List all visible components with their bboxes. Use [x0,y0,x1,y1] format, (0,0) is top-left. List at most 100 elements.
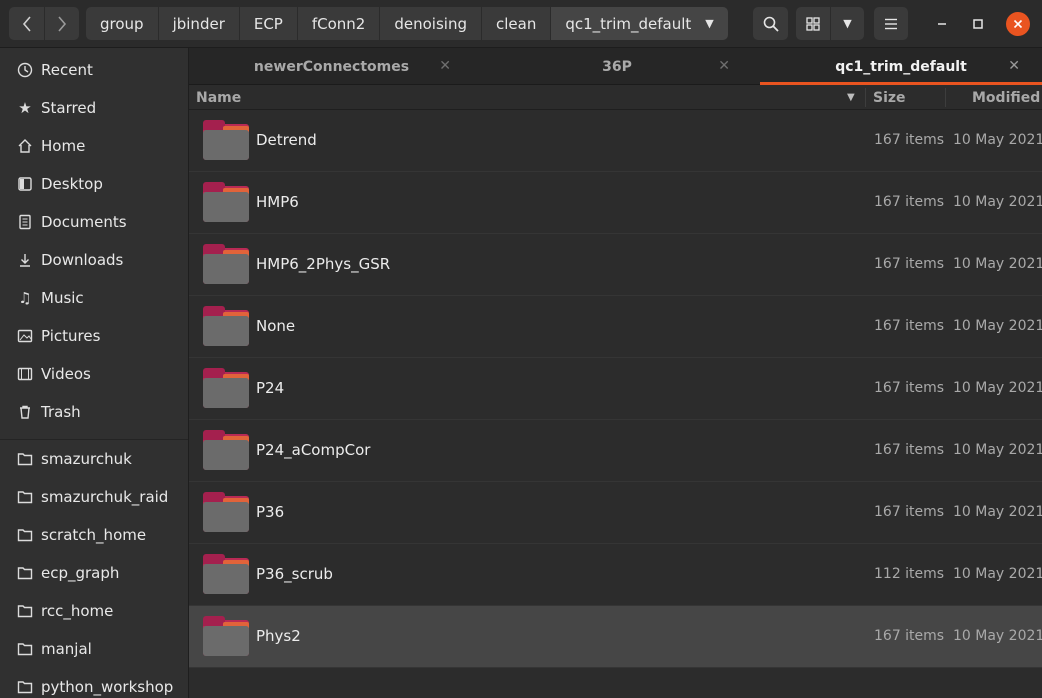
breadcrumb-item[interactable]: group [86,7,158,40]
sidebar-bookmark[interactable]: smazurchuk_raid [0,478,188,516]
folder-icon [16,450,34,468]
sidebar-item-label: Desktop [41,175,103,193]
file-modified: 10 May 2021 [953,504,1042,520]
music-icon: ♫ [18,289,32,307]
folder-icon [16,678,34,696]
sidebar-bookmark[interactable]: smazurchuk [0,440,188,478]
sidebar-item-desktop[interactable]: Desktop [0,165,188,203]
table-row[interactable]: P36 167 items 10 May 2021 [189,482,1042,544]
grid-view-button[interactable] [796,7,830,40]
sidebar-bookmark[interactable]: scratch_home [0,516,188,554]
main-menu-button[interactable] [874,7,908,40]
chevron-right-icon [58,15,67,32]
home-icon [16,137,34,155]
column-modified[interactable]: Modified [972,85,1040,110]
file-size: 167 items [874,318,945,334]
breadcrumb-item[interactable]: fConn2 [296,7,380,40]
file-modified: 10 May 2021 [953,256,1042,272]
sidebar-item-label: Home [41,137,86,155]
sidebar-item-label: python_workshop [41,678,174,696]
close-icon[interactable]: ✕ [1008,58,1020,74]
folder-icon [203,554,251,596]
file-size: 167 items [874,628,945,644]
folder-icon [203,306,251,348]
table-row[interactable]: HMP6 167 items 10 May 2021 [189,172,1042,234]
folder-icon [203,120,251,162]
back-button[interactable] [9,7,44,40]
table-row-selected[interactable]: Phys2 167 items 10 May 2021 [189,606,1042,668]
folder-icon [203,492,251,534]
minimize-button[interactable] [930,12,954,36]
table-row[interactable]: P24_aCompCor 167 items 10 May 2021 [189,420,1042,482]
table-row[interactable]: Detrend 167 items 10 May 2021 [189,110,1042,172]
column-size[interactable]: Size [873,85,943,110]
tab-36p[interactable]: 36P ✕ [474,48,760,85]
file-name: P36 [256,503,285,521]
sidebar-item-starred[interactable]: ★ Starred [0,89,188,127]
tab-bar: newerConnectomes ✕ 36P ✕ qc1_trim_defaul… [189,48,1042,85]
sidebar-item-label: Documents [41,213,127,231]
sidebar-item-label: ecp_graph [41,564,120,582]
sidebar-bookmark[interactable]: ecp_graph [0,554,188,592]
file-name: P24 [256,379,285,397]
file-size: 167 items [874,132,945,148]
column-name-label: Name [196,89,242,106]
trash-icon [16,403,34,421]
close-icon[interactable]: ✕ [439,58,451,74]
folder-icon [16,640,34,658]
file-size: 112 items [874,566,945,582]
sidebar-item-label: Recent [41,61,93,79]
sidebar-item-label: Downloads [41,251,124,269]
column-separator [945,88,946,107]
minimize-icon [938,23,946,25]
view-options-button[interactable]: ▼ [830,7,864,40]
clock-icon [16,61,34,79]
sidebar-bookmark[interactable]: manjal [0,630,188,668]
file-size: 167 items [874,256,945,272]
breadcrumb-item[interactable]: denoising [379,7,481,40]
file-name: P36_scrub [256,565,333,583]
sidebar-bookmark[interactable]: python_workshop [0,668,188,698]
sidebar-item-pictures[interactable]: Pictures [0,317,188,355]
maximize-button[interactable] [966,12,990,36]
breadcrumb-current[interactable]: qc1_trim_default ▼ [550,7,728,40]
sidebar-item-label: Pictures [41,327,101,345]
folder-icon [203,182,251,224]
sidebar-item-videos[interactable]: Videos [0,355,188,393]
chevron-down-icon: ▼ [843,17,852,30]
search-icon [763,16,779,32]
breadcrumb-item[interactable]: jbinder [157,7,239,40]
table-row[interactable]: P24 167 items 10 May 2021 [189,358,1042,420]
forward-button[interactable] [44,7,79,40]
sidebar-item-documents[interactable]: Documents [0,203,188,241]
table-row[interactable]: None 167 items 10 May 2021 [189,296,1042,358]
breadcrumb-item[interactable]: ECP [238,7,297,40]
sidebar-item-trash[interactable]: Trash [0,393,188,431]
search-button[interactable] [753,7,788,40]
grid-view-icon [806,16,820,31]
sidebar-item-recent[interactable]: Recent [0,51,188,89]
table-row[interactable]: HMP6_2Phys_GSR 167 items 10 May 2021 [189,234,1042,296]
tab-newerconnectomes[interactable]: newerConnectomes ✕ [189,48,474,85]
sidebar-item-label: smazurchuk [41,450,132,468]
column-modified-label: Modified [972,89,1041,106]
sort-descending-icon: ▼ [847,92,855,103]
folder-icon [203,244,251,286]
sidebar-item-downloads[interactable]: Downloads [0,241,188,279]
column-separator [865,88,866,107]
file-name: HMP6_2Phys_GSR [256,255,391,273]
column-name[interactable]: Name [196,85,856,110]
sidebar-bookmark[interactable]: rcc_home [0,592,188,630]
breadcrumb-item[interactable]: clean [480,7,551,40]
close-icon[interactable]: ✕ [718,58,730,74]
caret-down-icon: ▼ [705,17,714,30]
close-window-button[interactable] [1006,12,1030,36]
tab-qc1-trim-default[interactable]: qc1_trim_default ✕ [760,48,1042,85]
sidebar-item-label: rcc_home [41,602,114,620]
table-row[interactable]: P36_scrub 112 items 10 May 2021 [189,544,1042,606]
sidebar-item-music[interactable]: ♫ Music [0,279,188,317]
file-list: Detrend 167 items 10 May 2021 HMP6 167 i… [189,110,1042,698]
sidebar-item-home[interactable]: Home [0,127,188,165]
sidebar-item-label: smazurchuk_raid [41,488,169,506]
sidebar-item-label: Videos [41,365,91,383]
